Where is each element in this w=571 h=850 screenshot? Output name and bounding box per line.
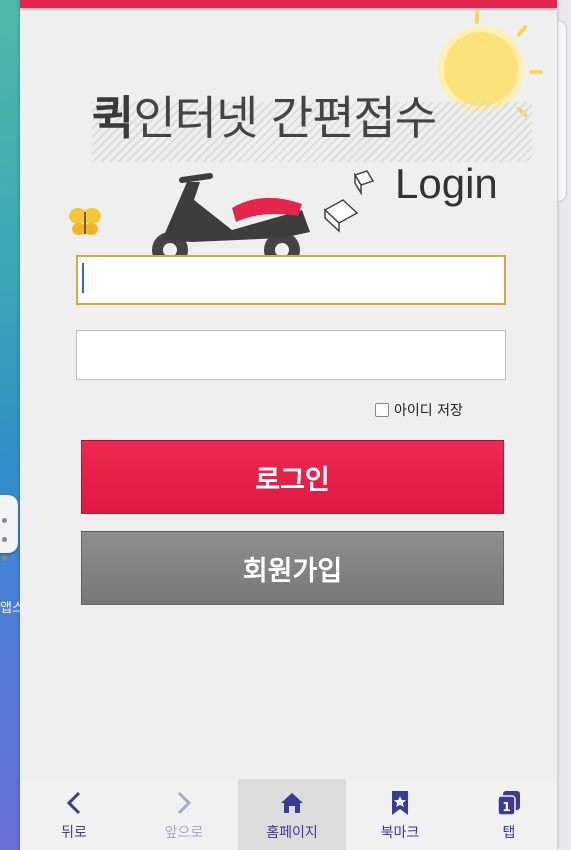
login-button[interactable]: 로그인 <box>81 440 504 514</box>
tab-count: 1 <box>502 800 510 814</box>
browser-panel: 퀵인터넷 간편접수 Login 아이디 저장 로그인 회원가입 뒤로 앞으로 홈… <box>20 0 557 850</box>
nav-tabs[interactable]: 1 탭 <box>455 779 557 850</box>
background-apps-shortcut: 앱스 <box>0 495 20 635</box>
nav-back-label: 뒤로 <box>61 824 87 841</box>
nav-back[interactable]: 뒤로 <box>20 779 128 850</box>
nav-forward-label: 앞으로 <box>164 824 204 841</box>
nav-forward[interactable]: 앞으로 <box>130 779 238 850</box>
tabs-icon: 1 <box>497 790 520 816</box>
password-input[interactable] <box>76 330 506 380</box>
apps-grid-icon <box>0 495 18 561</box>
sun-illustration <box>444 32 518 106</box>
chevron-right-icon <box>177 791 192 814</box>
user-id-input[interactable] <box>76 255 506 305</box>
remember-id-label: 아이디 저장 <box>394 403 463 419</box>
remember-id[interactable]: 아이디 저장 <box>375 400 463 420</box>
bookmark-icon <box>392 790 408 815</box>
top-accent-bar <box>20 0 557 8</box>
signup-button[interactable]: 회원가입 <box>81 531 504 605</box>
text-cursor <box>82 263 84 293</box>
nav-bookmark[interactable]: 북마크 <box>346 779 454 850</box>
login-heading: Login <box>395 160 498 207</box>
background-right-edge <box>557 0 571 850</box>
apps-label: 앱스 <box>0 601 20 616</box>
nav-bookmark-label: 북마크 <box>380 824 420 841</box>
nav-tabs-label: 탭 <box>502 824 516 841</box>
butterfly-icon <box>69 208 101 235</box>
remember-id-checkbox[interactable] <box>375 403 389 417</box>
home-icon <box>281 792 303 813</box>
nav-home-label: 홈페이지 <box>266 824 318 841</box>
page-title: 퀵인터넷 간편접수 <box>92 91 437 145</box>
chevron-left-icon <box>66 791 81 814</box>
hero-banner: 퀵인터넷 간편접수 Login <box>20 10 557 268</box>
browser-bottom-nav: 뒤로 앞으로 홈페이지 북마크 1 탭 <box>20 779 557 850</box>
nav-home[interactable]: 홈페이지 <box>238 779 346 850</box>
